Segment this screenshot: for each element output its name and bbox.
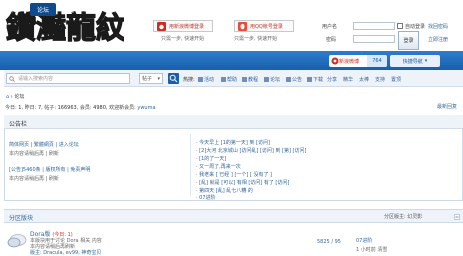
tag-icon xyxy=(307,77,312,82)
hot-keyword[interactable]: 活动 xyxy=(198,76,214,83)
remember-checkbox[interactable] xyxy=(397,23,403,29)
nav-item-portal[interactable]: 门户 xyxy=(6,3,30,16)
weibo-follow-count: 764 xyxy=(367,55,387,67)
home-icon[interactable]: ⌂ xyxy=(6,94,9,100)
tag-icon xyxy=(264,77,269,82)
panel-divider xyxy=(190,134,191,196)
nav-item-group[interactable]: 群组 xyxy=(57,3,79,16)
hot-keyword[interactable]: 太棒 xyxy=(359,76,369,83)
forum-moderator-list[interactable]: 版主: Dracula, ev99, 神奇宝贝 xyxy=(30,249,101,256)
hot-keyword[interactable]: 支持 xyxy=(375,76,385,83)
weibo-icon xyxy=(157,21,166,31)
hot-keyword[interactable]: 置顶 xyxy=(391,76,401,83)
qq-login-label: 用QQ帐号登录 xyxy=(250,23,283,30)
news-item[interactable]: · [2]大河 北京城山 [访问乱] [访问] 到 [第] [访问] xyxy=(196,147,306,154)
newest-member-link[interactable]: ywuma xyxy=(137,105,155,111)
announcement-note: 本内容请稍后再 | 刷新 xyxy=(9,176,59,182)
qq-icon xyxy=(238,21,247,31)
weibo-follow-button[interactable]: 新浪微博 764 xyxy=(329,55,387,67)
hot-keyword[interactable]: 帮助 xyxy=(221,76,237,83)
register-link[interactable]: 立即注册 xyxy=(428,36,448,43)
forgot-password-link[interactable]: 找回密码 xyxy=(428,23,448,30)
announcement-note: 本内容请稍后再 | 刷新 xyxy=(9,151,59,157)
hot-keyword[interactable]: 分享 xyxy=(327,76,337,83)
search-input[interactable]: 请输入搜索内容 xyxy=(6,73,130,84)
latest-replies-link[interactable]: 最新回复 xyxy=(437,103,457,110)
hot-keyword[interactable]: 论坛 xyxy=(264,76,280,83)
remember-label: 自动登录 xyxy=(405,24,426,30)
announcement-link[interactable]: 简体网页 | 繁體網頁 | 进入论坛 xyxy=(9,141,79,148)
login-button[interactable]: 登录 xyxy=(398,31,419,50)
hot-keyword[interactable]: 教程 xyxy=(242,76,258,83)
hot-keyword[interactable]: 下载 xyxy=(307,76,323,83)
search-type-value: 帖子 xyxy=(142,76,153,82)
hot-keyword[interactable]: 精华 xyxy=(343,76,353,83)
hot-keyword[interactable]: 公告 xyxy=(286,76,302,83)
chevron-down-icon: ▾ xyxy=(424,58,428,64)
breadcrumb: ⌂ › 论坛 xyxy=(6,94,25,100)
stat-posts: 166963 xyxy=(57,105,77,111)
qq-login-button[interactable]: 用QQ帐号登录 xyxy=(234,20,294,32)
weibo-login-button[interactable]: 用新浪微博登录 xyxy=(153,20,213,32)
weibo-login-sub[interactable]: 只需一步, 快速开始 xyxy=(161,35,204,42)
hot-search-label: 热搜: xyxy=(183,77,195,83)
collapse-icon[interactable] xyxy=(454,214,460,220)
news-item[interactable]: · 第四天 [乱] 乱七八糟 的 xyxy=(196,187,253,194)
forum-last-post-meta: 1 小时前 清雪 xyxy=(356,247,388,253)
password-label: 密码 xyxy=(326,37,337,43)
news-item[interactable]: · 07进阶 xyxy=(196,194,216,201)
news-item[interactable]: · 我老来 [ 已经 ] [一个] [ 没有了 ] xyxy=(196,171,272,178)
forum-topic-count: 5825 / 95 xyxy=(317,239,341,245)
weibo-eye-icon xyxy=(331,57,339,65)
breadcrumb-forum[interactable]: 论坛 xyxy=(14,94,24,100)
tag-icon xyxy=(221,77,226,82)
tag-icon xyxy=(242,77,247,82)
nav-item-blog[interactable]: 日志 xyxy=(103,3,125,16)
news-item[interactable]: · 又一周了,再来一次 xyxy=(196,163,241,170)
username-input[interactable] xyxy=(353,22,395,30)
news-item[interactable]: · [乱] 就是 [可以] 有相 [访问] 有了 [访问] xyxy=(196,179,289,186)
weibo-login-label: 用新浪微博登录 xyxy=(169,23,205,30)
news-item[interactable]: · 今天早上 [1的第一天] 到 [访问] xyxy=(196,139,270,146)
forum-speech-icon xyxy=(7,234,27,248)
section-moderators: 分区版主: 幻灵影 xyxy=(384,214,423,220)
announcement-header xyxy=(4,115,463,129)
tag-icon xyxy=(198,77,203,82)
announcement-title: 公告栏 xyxy=(9,121,28,128)
announcement-link[interactable]: [公告]5460条 | 版权所有 | 免责声明 xyxy=(9,166,90,173)
password-input[interactable] xyxy=(353,35,395,43)
forum-last-post[interactable]: 07进阶 xyxy=(356,237,372,244)
search-type-select[interactable]: 帖子 ▾ xyxy=(139,73,163,84)
tag-icon xyxy=(286,77,291,82)
search-button[interactable] xyxy=(168,73,179,84)
forum-section-title[interactable]: 分区版块 xyxy=(9,213,33,222)
quick-nav-label: 快捷导航 xyxy=(402,58,423,65)
stat-members: 4980 xyxy=(93,105,106,111)
search-placeholder: 请输入搜索内容 xyxy=(18,76,54,82)
news-item[interactable]: · [1的了一天] xyxy=(196,155,226,162)
search-field-icon xyxy=(9,76,15,82)
logo-text: 鑽灩龍紋 xyxy=(6,11,124,46)
qq-login-sub[interactable]: 只需一步, 快速开始 xyxy=(234,35,277,42)
forum-stats: 今日: 1, 昨日: 7, 帖子: 166963, 会员: 4980, 欢迎新会… xyxy=(5,105,156,111)
select-chevron-icon: ▾ xyxy=(157,75,160,82)
quick-nav-button[interactable]: 快捷导航 ▾ xyxy=(390,55,440,67)
nav-item-home[interactable]: 家园 xyxy=(81,3,101,16)
username-label: 用户名 xyxy=(322,24,338,30)
nav-item-forum[interactable]: 论坛 xyxy=(30,3,56,16)
